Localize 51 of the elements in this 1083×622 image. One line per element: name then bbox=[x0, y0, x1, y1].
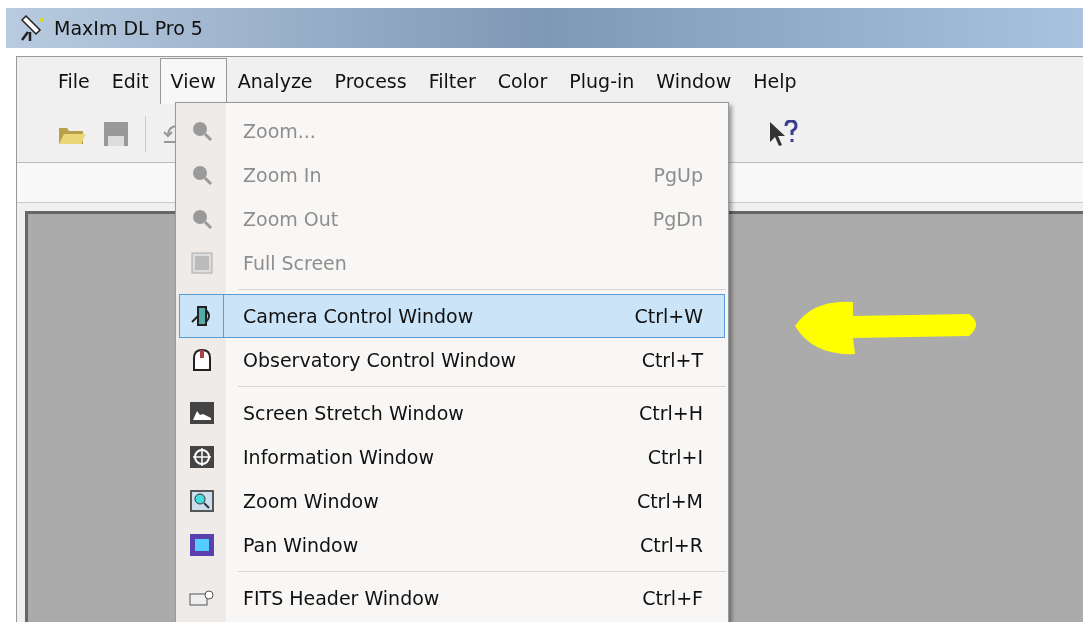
magnifier-icon bbox=[191, 164, 213, 186]
menu-item[interactable]: Process bbox=[323, 57, 418, 105]
menu-item-label: Zoom Out bbox=[243, 206, 339, 232]
grid-icon bbox=[191, 252, 213, 274]
dome-icon bbox=[191, 348, 213, 372]
menu-item[interactable]: Plug-in bbox=[558, 57, 646, 105]
menu-item-label: Camera Control Window bbox=[243, 303, 474, 329]
shortcut-label: PgUp bbox=[653, 162, 703, 188]
magnifier-icon bbox=[191, 208, 213, 230]
shortcut-label: Ctrl+M bbox=[636, 488, 703, 514]
menu-item-label: Full Screen bbox=[243, 250, 347, 276]
menu-item[interactable]: Observatory Control Window Ctrl+T bbox=[179, 338, 725, 382]
shortcut-label: Ctrl+H bbox=[639, 400, 703, 426]
window-title: MaxIm DL Pro 5 bbox=[54, 15, 203, 41]
menu-item-label: Pan Window bbox=[243, 532, 359, 558]
telescope-icon bbox=[18, 14, 46, 42]
shortcut-label: Ctrl+W bbox=[634, 303, 703, 329]
menu-item-label: Zoom Window bbox=[243, 488, 379, 514]
menu-item[interactable]: Edit bbox=[100, 57, 160, 105]
shortcut-label: PgDn bbox=[652, 206, 703, 232]
menu-item[interactable]: File bbox=[47, 57, 101, 105]
menu-item[interactable]: View bbox=[159, 58, 227, 104]
shortcut-label: Ctrl+F bbox=[642, 585, 703, 611]
menu-item-label: Zoom... bbox=[243, 118, 316, 144]
menu-item-label: Information Window bbox=[243, 444, 434, 470]
histogram-icon bbox=[190, 402, 214, 424]
crosshair-icon bbox=[190, 446, 214, 468]
magnifier-icon bbox=[190, 490, 214, 512]
header-icon bbox=[189, 590, 215, 606]
menu-item[interactable]: Camera Control Window Ctrl+W bbox=[179, 294, 725, 338]
menu-item[interactable]: Color bbox=[486, 57, 559, 105]
shortcut-label: Ctrl+I bbox=[647, 444, 703, 470]
magnifier-icon bbox=[191, 120, 213, 142]
menu-item[interactable]: Help bbox=[742, 57, 808, 105]
menu-item[interactable]: Information Window Ctrl+I bbox=[179, 435, 725, 479]
menu-item[interactable]: Pan Window Ctrl+R bbox=[179, 523, 725, 567]
menu-item-label: Zoom In bbox=[243, 162, 322, 188]
menu-item[interactable]: Screen Stretch Window Ctrl+H bbox=[179, 391, 725, 435]
menu-item[interactable]: Window bbox=[645, 57, 743, 105]
pan-icon bbox=[190, 534, 214, 556]
shortcut-label: Ctrl+R bbox=[640, 532, 703, 558]
menu-item-label: FITS Header Window bbox=[243, 585, 440, 611]
shortcut-label: Ctrl+T bbox=[641, 347, 703, 373]
menu-item[interactable]: Filter bbox=[417, 57, 487, 105]
menu-item-label: Screen Stretch Window bbox=[243, 400, 464, 426]
menu-item-label: Observatory Control Window bbox=[243, 347, 517, 373]
help-pointer-icon[interactable] bbox=[768, 119, 798, 148]
menu-item[interactable]: FITS Header Window Ctrl+F bbox=[179, 576, 725, 620]
menu-item[interactable]: Zoom Window Ctrl+M bbox=[179, 479, 725, 523]
save-icon[interactable] bbox=[103, 120, 129, 147]
menu-item[interactable]: Analyze bbox=[226, 57, 324, 105]
